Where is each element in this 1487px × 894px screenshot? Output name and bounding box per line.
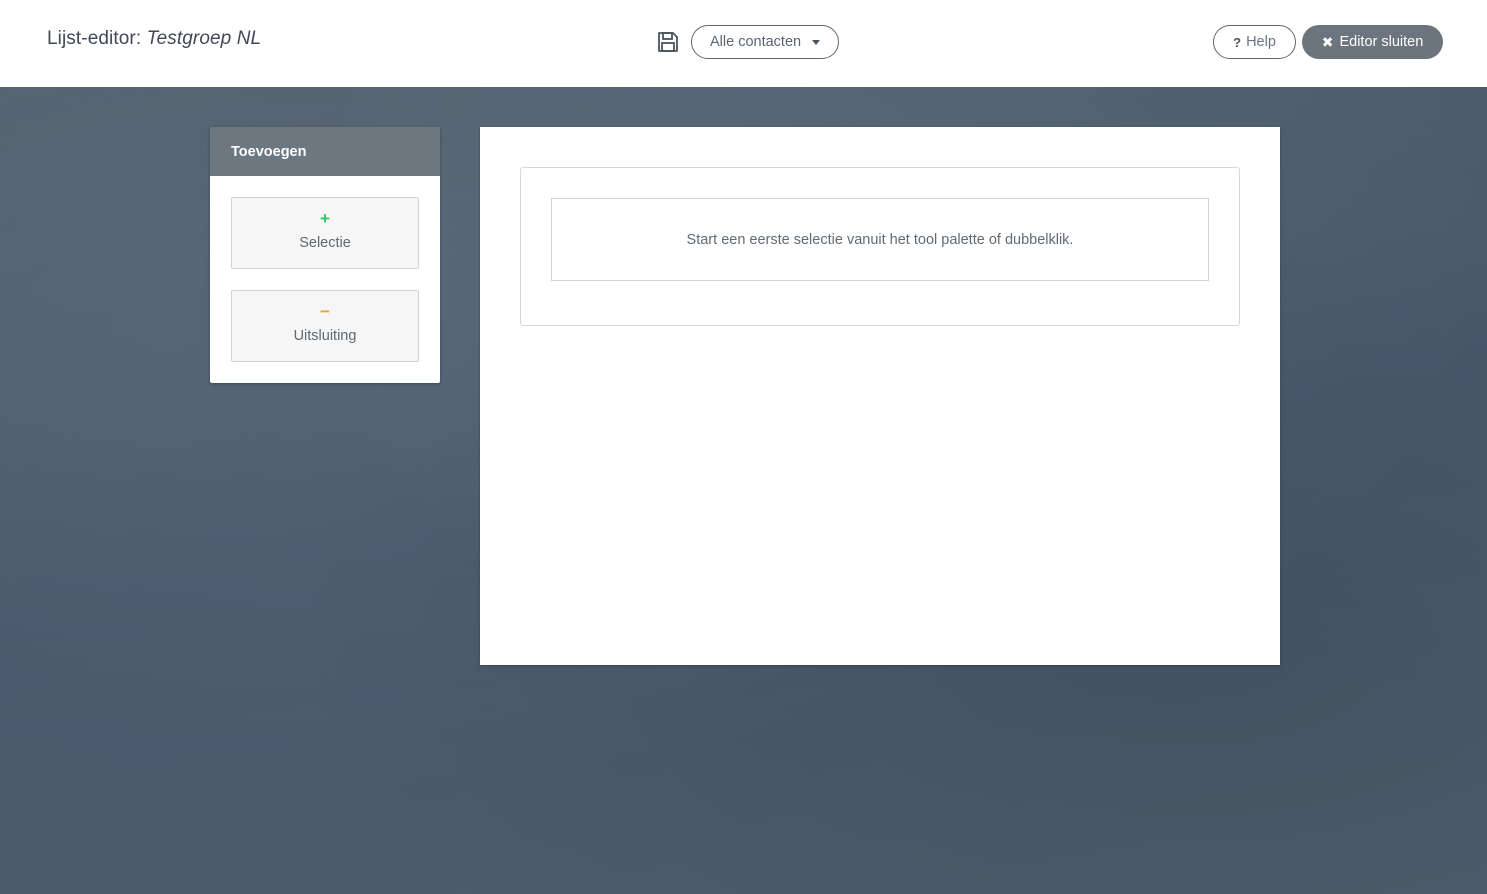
selection-container: Start een eerste selectie vanuit het too… [520, 167, 1240, 326]
contacts-filter-label: Alle contacten [710, 34, 802, 50]
caret-down-icon [812, 40, 820, 45]
add-selection-tool[interactable]: + Selectie [231, 197, 419, 269]
question-mark-icon: ? [1233, 34, 1242, 50]
minus-icon: − [320, 302, 330, 321]
floppy-disk-icon [658, 32, 678, 52]
close-editor-button[interactable]: ✖ Editor sluiten [1302, 25, 1443, 59]
tool-palette: Toevoegen + Selectie − Uitsluiting [210, 127, 440, 383]
plus-icon: + [320, 209, 330, 228]
add-exclusion-tool[interactable]: − Uitsluiting [231, 290, 419, 362]
save-button[interactable] [655, 29, 681, 55]
list-name: Testgroep NL [146, 28, 262, 49]
tool-palette-title: Toevoegen [210, 127, 440, 176]
top-bar: Lijst-editor: Testgroep NL Alle contacte… [0, 0, 1487, 87]
editor-canvas[interactable]: Start een eerste selectie vanuit het too… [480, 127, 1280, 665]
empty-state-message: Start een eerste selectie vanuit het too… [686, 231, 1074, 248]
empty-selection-dropzone[interactable]: Start een eerste selectie vanuit het too… [551, 198, 1209, 281]
contacts-filter-dropdown[interactable]: Alle contacten [691, 25, 839, 59]
add-exclusion-label: Uitsluiting [293, 328, 357, 344]
add-selection-label: Selectie [299, 235, 351, 251]
help-button[interactable]: ? Help [1213, 25, 1296, 59]
title-prefix: Lijst-editor: [47, 28, 142, 49]
help-label: Help [1246, 34, 1276, 50]
close-icon: ✖ [1321, 33, 1334, 50]
close-editor-label: Editor sluiten [1339, 34, 1424, 50]
page-title: Lijst-editor: Testgroep NL [47, 28, 261, 50]
